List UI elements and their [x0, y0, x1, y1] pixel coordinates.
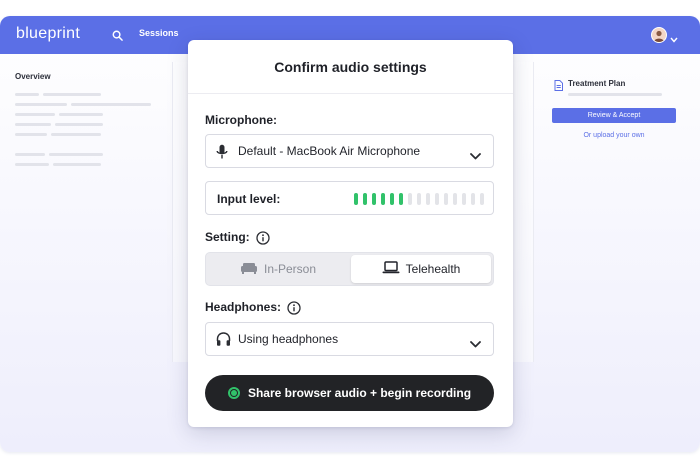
placeholder-line: [59, 113, 103, 116]
input-level-label: Input level:: [217, 192, 281, 206]
chevron-down-icon: [470, 147, 481, 165]
microphone-select[interactable]: Default - MacBook Air Microphone: [205, 134, 494, 168]
level-segment-inactive: [480, 193, 484, 205]
level-segment-active: [372, 193, 376, 205]
placeholder-line: [15, 123, 51, 126]
placeholder-line: [15, 153, 45, 156]
in-person-option[interactable]: In-Person: [208, 255, 348, 283]
level-segment-inactive: [471, 193, 475, 205]
level-segment-active: [381, 193, 385, 205]
level-segment-inactive: [462, 193, 466, 205]
microphone-label: Microphone:: [205, 113, 277, 127]
placeholder-line: [51, 133, 101, 136]
treatment-plan-title: Treatment Plan: [568, 79, 626, 88]
headphones-select[interactable]: Using headphones: [205, 322, 494, 356]
couch-icon: [240, 262, 258, 277]
modal-title: Confirm audio settings: [188, 40, 513, 94]
headphones-label: Headphones:: [205, 300, 301, 315]
sidebar-title: Overview: [15, 72, 51, 81]
placeholder-line: [49, 153, 103, 156]
level-segment-active: [390, 193, 394, 205]
level-segment-active: [363, 193, 367, 205]
input-level-meter-box: Input level:: [205, 181, 494, 215]
upload-own-link[interactable]: Or upload your own: [552, 132, 676, 139]
headphones-icon: [216, 332, 231, 352]
placeholder-line: [15, 113, 55, 116]
review-accept-button[interactable]: Review & Accept: [552, 108, 676, 123]
placeholder-line: [15, 163, 49, 166]
microphone-label-text: Microphone:: [205, 113, 277, 127]
level-segment-inactive: [408, 193, 412, 205]
info-icon[interactable]: [287, 301, 301, 315]
user-avatar[interactable]: [651, 27, 667, 43]
level-segment-inactive: [426, 193, 430, 205]
record-icon: [227, 387, 240, 399]
setting-label: Setting:: [205, 230, 270, 245]
info-icon[interactable]: [256, 231, 270, 245]
level-segment-active: [354, 193, 358, 205]
level-segment-inactive: [444, 193, 448, 205]
begin-recording-button[interactable]: Share browser audio + begin recording: [205, 375, 494, 411]
headphones-select-value: Using headphones: [238, 332, 339, 346]
level-segment-inactive: [453, 193, 457, 205]
placeholder-line: [55, 123, 103, 126]
telehealth-label: Telehealth: [405, 262, 461, 276]
placeholder-line: [15, 133, 47, 136]
placeholder-line: [71, 103, 151, 106]
blueprint-logo[interactable]: blueprint: [16, 25, 80, 43]
placeholder-line: [15, 103, 67, 106]
level-segment-active: [399, 193, 403, 205]
microphone-select-value: Default - MacBook Air Microphone: [238, 144, 421, 158]
chevron-down-icon: [470, 335, 481, 353]
search-icon[interactable]: [112, 28, 123, 46]
telehealth-option[interactable]: Telehealth: [351, 255, 491, 283]
nav-sessions-link[interactable]: Sessions: [139, 28, 179, 38]
sidebar: Overview: [0, 54, 170, 452]
audio-settings-modal: Confirm audio settings Microphone: Defau…: [188, 40, 513, 427]
headphones-label-text: Headphones:: [205, 300, 282, 314]
treatment-panel: Treatment Plan Review & Accept Or upload…: [540, 54, 700, 452]
level-segment-inactive: [417, 193, 421, 205]
setting-toggle: In-Person Telehealth: [205, 252, 494, 286]
document-icon: [554, 78, 563, 96]
in-person-label: In-Person: [263, 262, 317, 276]
setting-label-text: Setting:: [205, 230, 250, 244]
placeholder-line: [568, 93, 662, 96]
placeholder-line: [53, 163, 101, 166]
level-segment-inactive: [435, 193, 439, 205]
begin-recording-label: Share browser audio + begin recording: [247, 386, 472, 400]
microphone-icon: [216, 144, 228, 165]
chevron-down-icon[interactable]: [670, 30, 678, 48]
laptop-icon: [382, 261, 400, 277]
placeholder-line: [43, 93, 101, 96]
placeholder-line: [15, 93, 39, 96]
